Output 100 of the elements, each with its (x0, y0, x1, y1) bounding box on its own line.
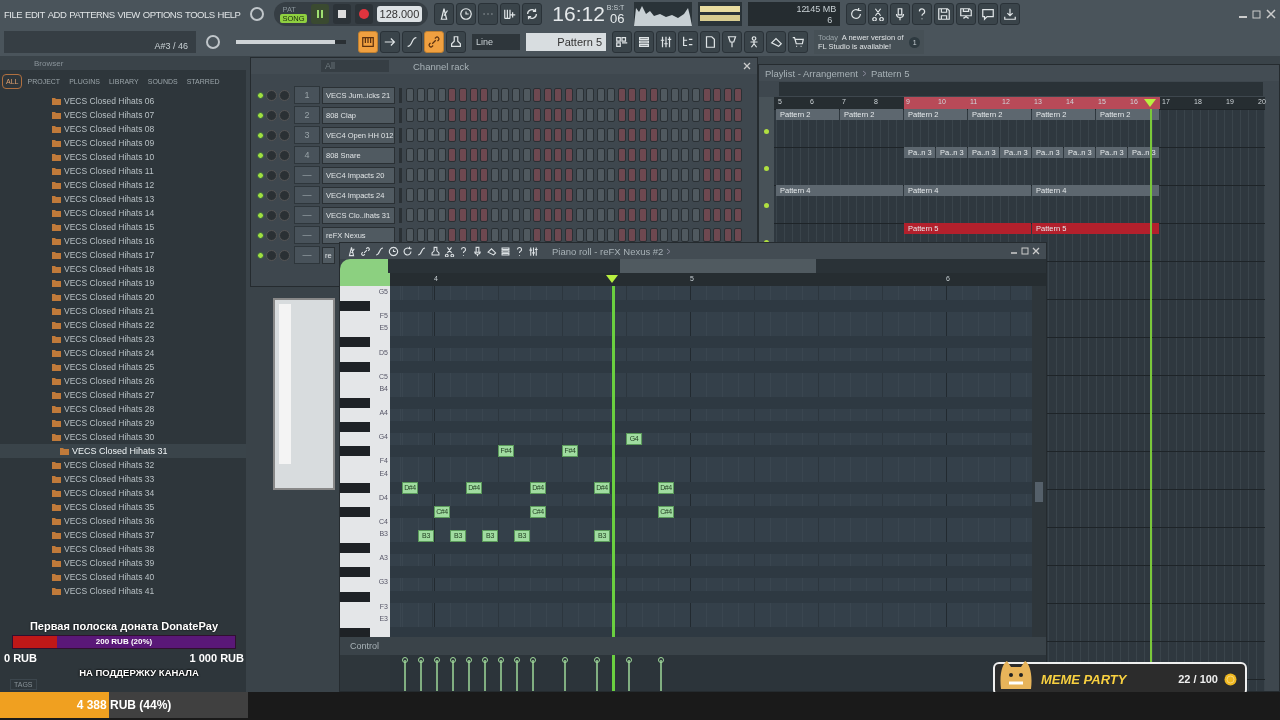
step-button[interactable] (416, 168, 425, 182)
step-button[interactable] (681, 108, 690, 122)
step-button[interactable] (681, 208, 690, 222)
browser-item[interactable]: VECS Closed Hihats 13 (0, 192, 246, 206)
step-button[interactable] (575, 148, 584, 162)
step-button[interactable] (501, 128, 510, 142)
velocity-stem[interactable] (625, 657, 633, 691)
browser-item[interactable]: VECS Closed Hihats 34 (0, 486, 246, 500)
step-button[interactable] (522, 88, 531, 102)
step-button[interactable] (734, 208, 743, 222)
step-button[interactable] (670, 208, 679, 222)
step-button[interactable] (490, 188, 499, 202)
step-button[interactable] (543, 128, 552, 142)
step-button[interactable] (670, 108, 679, 122)
browser-item[interactable]: VECS Closed Hihats 26 (0, 374, 246, 388)
step-grid-button[interactable] (612, 31, 632, 53)
step-button[interactable] (692, 188, 701, 202)
step-button[interactable] (511, 108, 520, 122)
step-button[interactable] (448, 128, 457, 142)
velocity-stem[interactable] (401, 657, 409, 691)
step-button[interactable] (702, 168, 711, 182)
figure-button[interactable] (744, 31, 764, 53)
step-button[interactable] (406, 148, 414, 162)
step-button[interactable] (734, 168, 743, 182)
step-button[interactable] (649, 108, 658, 122)
floppy-button[interactable] (956, 3, 977, 25)
step-button[interactable] (437, 208, 446, 222)
step-button[interactable] (469, 208, 478, 222)
step-button[interactable] (649, 148, 658, 162)
knob-icon[interactable] (250, 7, 265, 21)
metronome-button[interactable] (434, 3, 455, 25)
step-button[interactable] (713, 208, 722, 222)
step-button[interactable] (543, 88, 552, 102)
step-button[interactable] (490, 208, 499, 222)
browser-item[interactable]: VECS Closed Hihats 32 (0, 458, 246, 472)
step-button[interactable] (511, 88, 520, 102)
step-button[interactable] (692, 208, 701, 222)
stop-button[interactable] (332, 4, 351, 24)
step-button[interactable] (586, 168, 595, 182)
step-button[interactable] (628, 188, 637, 202)
step-button[interactable] (406, 108, 414, 122)
step-button[interactable] (522, 208, 531, 222)
step-button[interactable] (639, 128, 648, 142)
step-button[interactable] (713, 228, 722, 242)
step-button[interactable] (522, 168, 531, 182)
step-button[interactable] (681, 168, 690, 182)
step-button[interactable] (713, 148, 722, 162)
step-button[interactable] (596, 228, 605, 242)
step-button[interactable] (692, 228, 701, 242)
step-button[interactable] (649, 88, 658, 102)
step-button[interactable] (723, 188, 732, 202)
step-button[interactable] (607, 228, 616, 242)
step-button[interactable] (554, 228, 563, 242)
step-button[interactable] (533, 148, 542, 162)
step-button[interactable] (639, 188, 648, 202)
step-button[interactable] (586, 88, 595, 102)
velocity-stem[interactable] (433, 657, 441, 691)
step-button[interactable] (427, 208, 436, 222)
browser-item[interactable]: VECS Closed Hihats 18 (0, 262, 246, 276)
menu-item[interactable]: FILE (4, 8, 23, 20)
browser-item[interactable]: VECS Closed Hihats 20 (0, 290, 246, 304)
sharp-key[interactable] (340, 482, 370, 493)
step-button[interactable] (596, 168, 605, 182)
step-button[interactable] (522, 128, 531, 142)
step-button[interactable] (575, 108, 584, 122)
track-led[interactable] (764, 129, 769, 134)
step-button[interactable] (448, 108, 457, 122)
step-button[interactable] (416, 188, 425, 202)
volume-knob[interactable] (279, 229, 290, 241)
step-button[interactable] (607, 208, 616, 222)
browser-item[interactable]: VECS Closed Hihats 29 (0, 416, 246, 430)
track-led[interactable] (764, 203, 769, 208)
browser-item[interactable]: VECS Closed Hihats 12 (0, 178, 246, 192)
step-button[interactable] (480, 108, 489, 122)
step-button[interactable] (501, 108, 510, 122)
step-button[interactable] (628, 88, 637, 102)
step-button[interactable] (533, 208, 542, 222)
browser-item[interactable]: VECS Closed Hihats 16 (0, 234, 246, 248)
step-button[interactable] (670, 148, 679, 162)
step-button[interactable] (639, 148, 648, 162)
step-button[interactable] (670, 228, 679, 242)
knob-icon[interactable] (206, 35, 220, 49)
step-button[interactable] (649, 228, 658, 242)
step-button[interactable] (702, 88, 711, 102)
step-button[interactable] (575, 88, 584, 102)
browser-item[interactable]: VECS Closed Hihats 09 (0, 136, 246, 150)
step-button[interactable] (660, 88, 669, 102)
step-button[interactable] (564, 228, 573, 242)
step-button[interactable] (639, 88, 648, 102)
step-button[interactable] (554, 188, 563, 202)
channel-led[interactable] (257, 171, 264, 179)
step-button[interactable] (406, 128, 414, 142)
step-button[interactable] (575, 228, 584, 242)
restore-icon[interactable] (1021, 247, 1029, 255)
sharp-key[interactable] (340, 627, 370, 637)
step-button[interactable] (511, 148, 520, 162)
step-button[interactable] (511, 168, 520, 182)
channel-led[interactable] (257, 131, 264, 139)
step-button[interactable] (628, 228, 637, 242)
step-button[interactable] (511, 188, 520, 202)
